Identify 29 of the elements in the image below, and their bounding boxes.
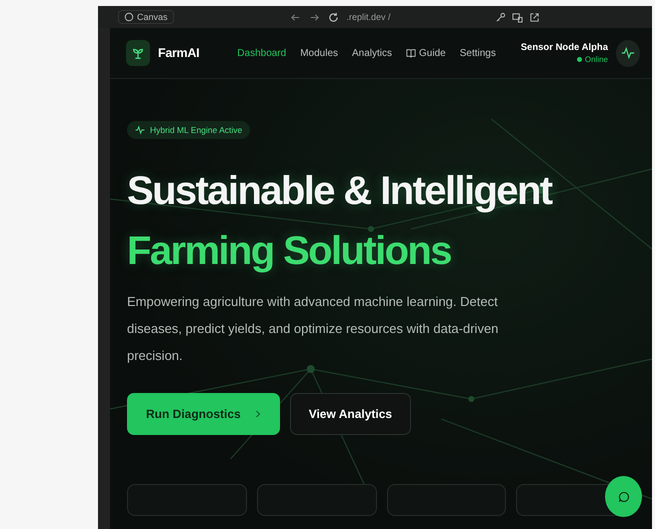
nav-link[interactable]: Settings xyxy=(460,48,496,58)
hero-heading: Farming Solutions xyxy=(127,228,452,275)
node-status: Online xyxy=(576,55,608,64)
external-link-icon[interactable] xyxy=(528,12,540,22)
devices-icon[interactable] xyxy=(512,12,523,22)
hero-description: Empowering agriculture with advanced machine learning. Detect diseases, predict yields, and optimize resources with data-driven precision. xyxy=(127,293,500,365)
nav-link[interactable]: Dashboard xyxy=(237,48,286,58)
reload-icon[interactable] xyxy=(328,12,339,22)
nav-link[interactable]: Guide xyxy=(406,48,446,58)
brand-name[interactable]: FarmAI xyxy=(158,46,200,60)
back-icon[interactable] xyxy=(290,12,301,22)
forward-icon[interactable] xyxy=(308,12,320,22)
nav-link[interactable]: Analytics xyxy=(352,48,392,58)
chat-button[interactable] xyxy=(605,476,642,517)
pulse-icon xyxy=(135,125,145,135)
url-field[interactable]: .replit.dev / xyxy=(346,12,391,22)
canvas-tab[interactable]: Canvas xyxy=(118,10,174,24)
diagnostics-button[interactable]: Run Diagnostics xyxy=(127,393,280,435)
key-icon[interactable] xyxy=(494,12,506,22)
analytics-button[interactable]: View Analytics xyxy=(290,393,412,435)
nav-link[interactable]: Modules xyxy=(300,48,338,58)
hero-heading: Sustainable & Intelligent xyxy=(127,168,554,215)
chevron-icon xyxy=(254,410,261,418)
pulse-icon[interactable] xyxy=(616,40,640,66)
node-name: Sensor Node Alpha xyxy=(520,42,608,53)
book-icon xyxy=(406,48,416,58)
sprout-icon xyxy=(126,40,150,66)
chat-icon xyxy=(618,490,630,502)
badge-label: Hybrid ML Engine Active xyxy=(150,125,242,135)
